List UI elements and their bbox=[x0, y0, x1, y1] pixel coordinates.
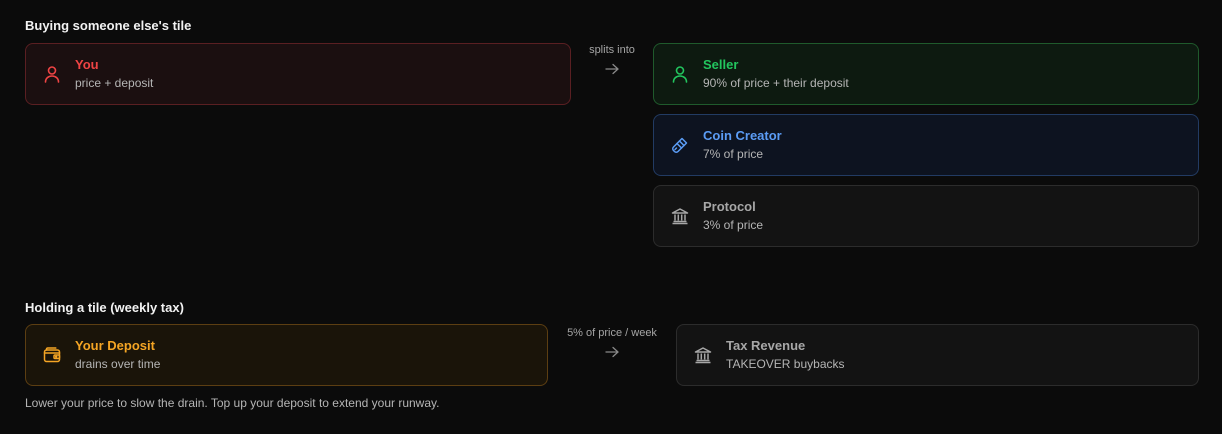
split-connector-label: splits into bbox=[589, 44, 635, 56]
you-node: You price + deposit bbox=[25, 43, 571, 105]
coin-creator-title: Coin Creator bbox=[703, 128, 782, 143]
seller-title: Seller bbox=[703, 57, 739, 72]
deposit-node: Your Deposit drains over time bbox=[25, 324, 548, 386]
protocol-title: Protocol bbox=[703, 199, 756, 214]
seller-subtitle: 90% of price + their deposit bbox=[703, 76, 849, 90]
brush-icon bbox=[670, 135, 690, 155]
protocol-node: Protocol 3% of price bbox=[653, 185, 1199, 247]
tax-connector: 5% of price / week bbox=[558, 327, 666, 358]
coin-creator-subtitle: 7% of price bbox=[703, 147, 764, 161]
arrow-right-icon bbox=[605, 346, 619, 358]
tax-revenue-node: Tax Revenue TAKEOVER buybacks bbox=[676, 324, 1199, 386]
bank-icon bbox=[670, 206, 690, 226]
you-subtitle: price + deposit bbox=[75, 76, 154, 90]
coin-creator-node: Coin Creator 7% of price bbox=[653, 114, 1199, 176]
bank-icon bbox=[693, 345, 713, 365]
user-icon bbox=[670, 64, 690, 84]
deposit-subtitle: drains over time bbox=[75, 357, 161, 371]
wallet-icon bbox=[42, 345, 62, 365]
seller-node: Seller 90% of price + their deposit bbox=[653, 43, 1199, 105]
hold-section-title: Holding a tile (weekly tax) bbox=[25, 300, 184, 315]
deposit-title: Your Deposit bbox=[75, 338, 155, 353]
tax-revenue-subtitle: TAKEOVER buybacks bbox=[726, 357, 845, 371]
split-connector: splits into bbox=[580, 44, 644, 75]
tax-connector-label: 5% of price / week bbox=[567, 327, 657, 339]
protocol-subtitle: 3% of price bbox=[703, 218, 764, 232]
user-icon bbox=[42, 64, 62, 84]
footnote: Lower your price to slow the drain. Top … bbox=[25, 396, 440, 410]
buy-section-title: Buying someone else's tile bbox=[25, 18, 192, 33]
you-title: You bbox=[75, 57, 99, 72]
arrow-right-icon bbox=[605, 63, 619, 75]
tax-revenue-title: Tax Revenue bbox=[726, 338, 806, 353]
